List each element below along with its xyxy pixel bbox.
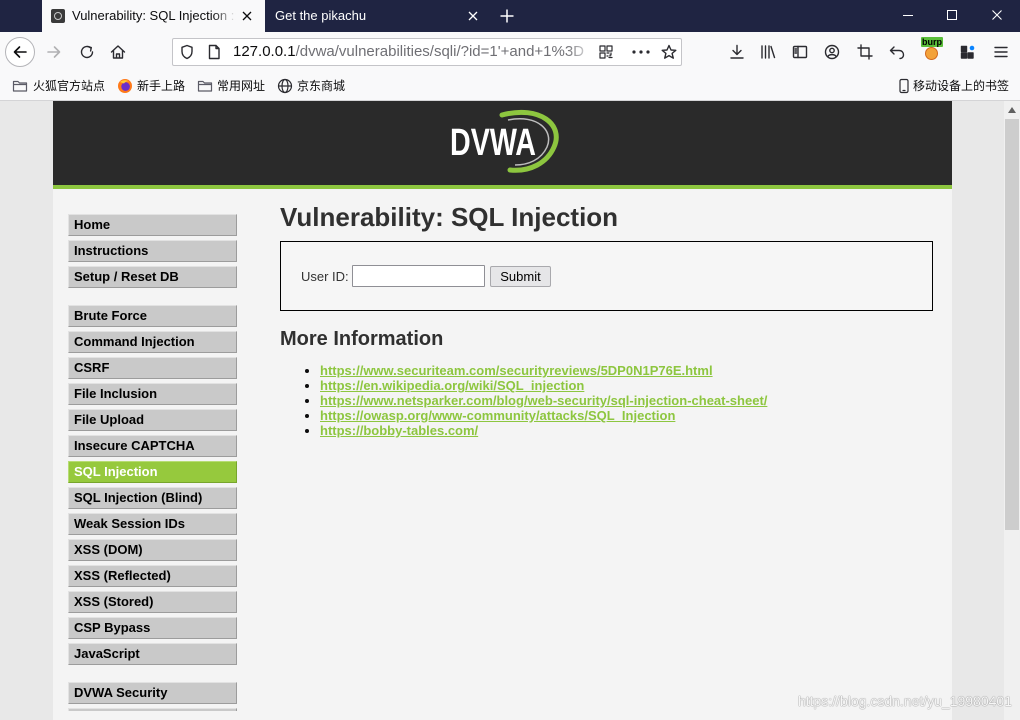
menu-item-file-inclusion[interactable]: File Inclusion [68, 383, 237, 405]
menu-item-csp-bypass[interactable]: CSP Bypass [68, 617, 237, 639]
url-path: /dvwa/vulnerabilities/sqli/?id=1'+and+1%… [295, 43, 585, 60]
address-bar[interactable]: 127.0.0.1/dvwa/vulnerabilities/sqli/?id=… [172, 38, 682, 66]
forward-icon[interactable] [46, 44, 62, 60]
menu-item-instructions[interactable]: Instructions [68, 240, 237, 262]
phone-icon [898, 78, 910, 94]
reload-icon[interactable] [79, 44, 95, 60]
link-securiteam[interactable]: https://www.securiteam.com/securityrevie… [320, 363, 713, 378]
link-netsparker[interactable]: https://www.netsparker.com/blog/web-secu… [320, 393, 767, 408]
bookmark-firefox-official[interactable]: 火狐官方站点 [33, 72, 105, 100]
menu-item-insecure-captcha[interactable]: Insecure CAPTCHA [68, 435, 237, 457]
vulnerable-code-area: User ID: Submit [280, 241, 933, 311]
page-info-icon[interactable] [206, 44, 222, 60]
url-host: 127.0.0.1 [233, 43, 296, 60]
scrollbar-thumb[interactable] [1005, 119, 1019, 530]
watermark: https://blog.csdn.net/yu_19980401 [797, 693, 1012, 709]
header-accent-bar [53, 185, 952, 189]
tab-title: Vulnerability: SQL Injection :: [72, 8, 236, 23]
tab-pikachu[interactable]: Get the pikachu [265, 0, 490, 32]
tab-bar: Vulnerability: SQL Injection :: Get the … [0, 0, 1020, 32]
menu-group-settings: DVWA Security [68, 682, 237, 711]
bookmark-common-sites[interactable]: 常用网址 [217, 72, 265, 100]
bookmark-mobile[interactable]: 移动设备上的书签 [913, 72, 1009, 100]
close-tab-icon[interactable] [467, 10, 479, 22]
list-item: https://www.securiteam.com/securityrevie… [320, 363, 767, 378]
menu-item-csrf[interactable]: CSRF [68, 357, 237, 379]
dvwa-favicon-icon [51, 9, 65, 23]
link-owasp[interactable]: https://owasp.org/www-community/attacks/… [320, 408, 675, 423]
user-id-label: User ID: [301, 269, 349, 284]
menu-item-xss-stored[interactable]: XSS (Stored) [68, 591, 237, 613]
menu-item-home[interactable]: Home [68, 214, 237, 236]
account-icon[interactable] [824, 44, 840, 60]
download-icon[interactable] [729, 44, 745, 60]
menu-item-xss-reflected[interactable]: XSS (Reflected) [68, 565, 237, 587]
burp-face-icon [925, 47, 938, 60]
menu-item-command-injection[interactable]: Command Injection [68, 331, 237, 353]
menu-item-sql-injection-blind[interactable]: SQL Injection (Blind) [68, 487, 237, 509]
list-item: https://www.netsparker.com/blog/web-secu… [320, 393, 767, 408]
menu-item-file-upload[interactable]: File Upload [68, 409, 237, 431]
list-item: https://owasp.org/www-community/attacks/… [320, 408, 767, 423]
logo-text: DVWA [450, 122, 536, 164]
back-icon [12, 44, 28, 60]
burp-extension-icon[interactable]: burp [920, 37, 944, 61]
library-icon[interactable] [760, 44, 776, 60]
new-tab-icon[interactable] [499, 8, 515, 24]
menu-item-xss-dom[interactable]: XSS (DOM) [68, 539, 237, 561]
dvwa-container: DVWA Home Instructions Setup / Reset DB … [53, 101, 952, 720]
menu-item-sql-injection[interactable]: SQL Injection [68, 461, 237, 483]
burp-badge-label: burp [921, 37, 943, 47]
screenshot-icon[interactable] [857, 44, 873, 60]
menu-icon[interactable] [993, 44, 1009, 60]
extensions-icon[interactable] [960, 44, 976, 60]
dvwa-header: DVWA [53, 101, 952, 185]
page-viewport: DVWA Home Instructions Setup / Reset DB … [0, 101, 1004, 720]
back-button[interactable] [5, 37, 35, 67]
link-bobby-tables[interactable]: https://bobby-tables.com/ [320, 423, 478, 438]
menu-item-partial[interactable] [68, 708, 237, 711]
tracking-protection-shield-icon[interactable] [179, 44, 195, 60]
dvwa-logo: DVWA [450, 109, 559, 173]
scroll-up-icon[interactable] [1007, 106, 1017, 114]
bookmarks-toolbar: 火狐官方站点 新手上路 常用网址 京东商城 移动设备上的书签 [0, 72, 1020, 101]
tab-dvwa-sqli[interactable]: Vulnerability: SQL Injection :: [42, 0, 265, 32]
list-item: https://en.wikipedia.org/wiki/SQL_inject… [320, 378, 767, 393]
menu-item-brute-force[interactable]: Brute Force [68, 305, 237, 327]
close-tab-icon[interactable] [241, 10, 253, 22]
page-actions-icon[interactable] [631, 44, 651, 60]
more-information-heading: More Information [280, 328, 444, 350]
bookmark-getting-started[interactable]: 新手上路 [137, 72, 185, 100]
tab-title: Get the pikachu [275, 8, 367, 23]
menu-item-weak-session-ids[interactable]: Weak Session IDs [68, 513, 237, 535]
more-information-links: https://www.securiteam.com/securityrevie… [280, 363, 767, 438]
main-menu: Home Instructions Setup / Reset DB Brute… [68, 214, 237, 711]
close-window-icon[interactable] [992, 10, 1002, 20]
home-icon[interactable] [110, 44, 126, 60]
undo-icon[interactable] [889, 44, 905, 60]
bookmark-jd-mall[interactable]: 京东商城 [297, 72, 345, 100]
maximize-icon[interactable] [947, 10, 957, 20]
bookmark-star-icon[interactable] [661, 44, 677, 60]
url-text[interactable]: 127.0.0.1/dvwa/vulnerabilities/sqli/?id=… [233, 39, 595, 65]
sidebar-icon[interactable] [792, 44, 808, 60]
menu-item-javascript[interactable]: JavaScript [68, 643, 237, 665]
menu-item-setup-reset-db[interactable]: Setup / Reset DB [68, 266, 237, 288]
folder-icon [12, 78, 28, 94]
menu-group-general: Home Instructions Setup / Reset DB [68, 214, 237, 288]
menu-item-dvwa-security[interactable]: DVWA Security [68, 682, 237, 704]
folder-icon [197, 78, 213, 94]
menu-group-vulnerabilities: Brute Force Command Injection CSRF File … [68, 305, 237, 665]
user-id-input[interactable] [352, 265, 485, 287]
minimize-icon[interactable] [903, 15, 913, 16]
firefox-icon [117, 78, 133, 94]
submit-button[interactable]: Submit [490, 266, 551, 287]
page-title: Vulnerability: SQL Injection [280, 202, 619, 232]
list-item: https://bobby-tables.com/ [320, 423, 767, 438]
navigation-toolbar: 127.0.0.1/dvwa/vulnerabilities/sqli/?id=… [0, 32, 1020, 72]
globe-icon [277, 78, 293, 94]
link-wikipedia[interactable]: https://en.wikipedia.org/wiki/SQL_inject… [320, 378, 584, 393]
vertical-scrollbar[interactable] [1004, 101, 1020, 720]
qr-code-icon[interactable] [598, 44, 614, 60]
